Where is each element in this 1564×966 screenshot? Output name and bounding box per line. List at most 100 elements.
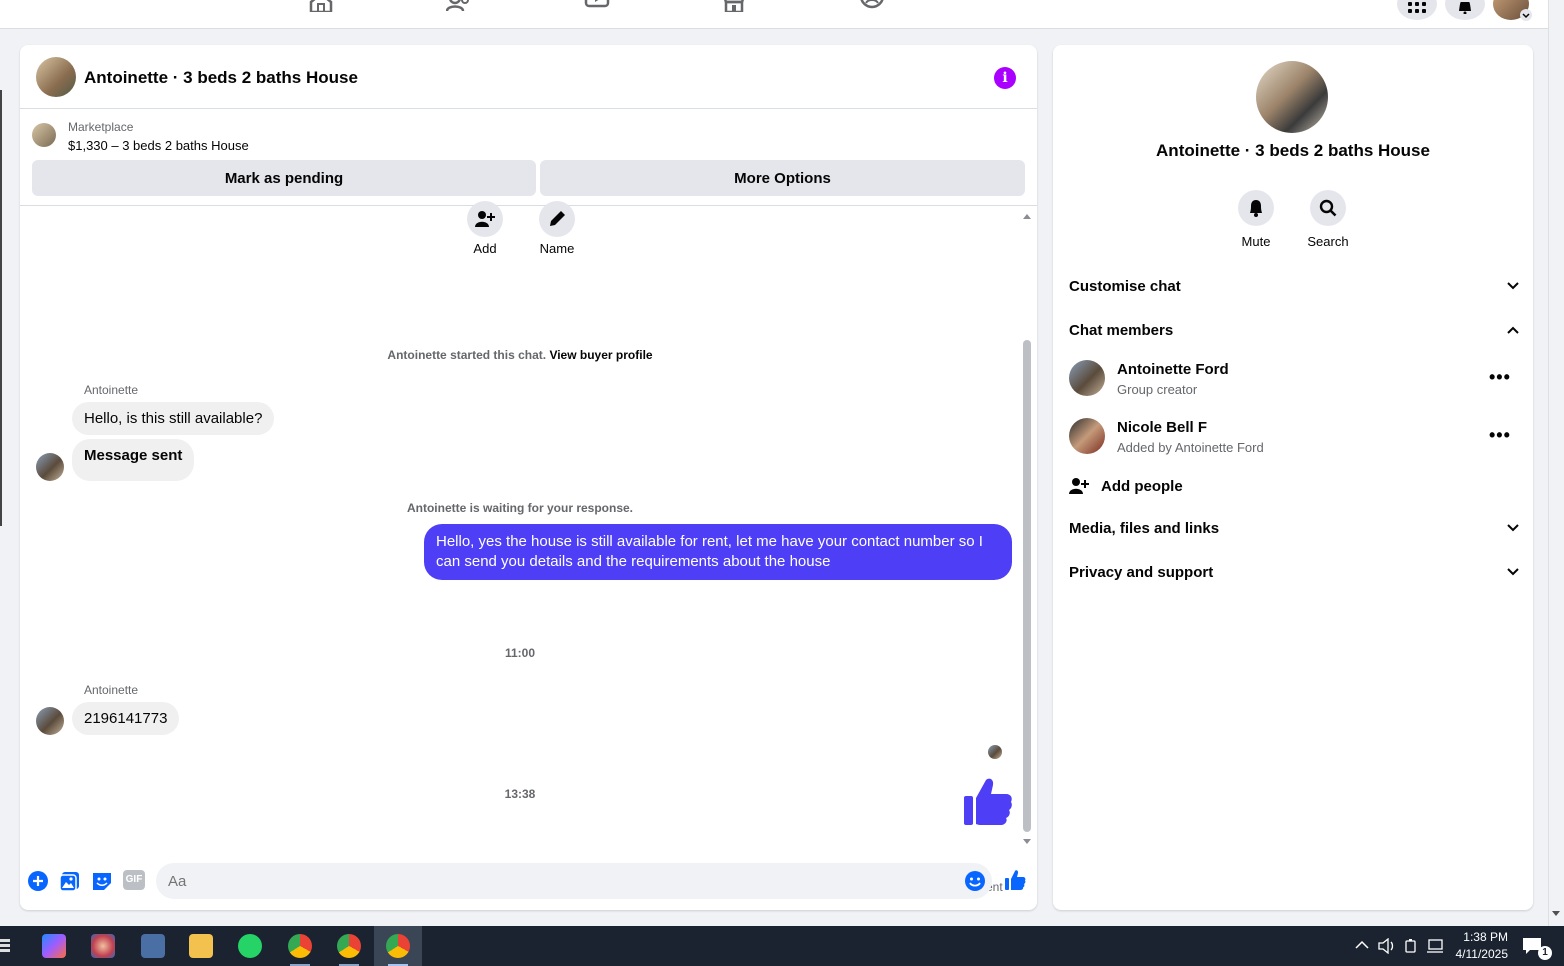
chrome-icon[interactable] [288,934,312,958]
message-input-wrapper [156,863,992,899]
listing-thumbnail[interactable] [32,123,56,147]
bell-icon [1250,200,1262,217]
chat-header: Antoinette · 3 beds 2 baths House i [20,45,1037,109]
name-label: Name [539,241,575,256]
member-options-button[interactable]: ••• [1489,425,1511,446]
plus-circle-icon[interactable] [27,870,49,892]
add-person-icon [475,211,495,227]
chat-info-avatar[interactable] [1256,61,1328,133]
chat-members-section[interactable]: Chat members [1069,318,1519,342]
chevron-down-icon [1507,282,1519,290]
customise-chat-section[interactable]: Customise chat [1069,274,1519,298]
chat-title[interactable]: Antoinette · 3 beds 2 baths House [84,68,358,88]
top-navigation [0,0,1548,29]
name-action[interactable]: Name [527,201,587,256]
chat-info-panel: Antoinette · 3 beds 2 baths House Mute S… [1053,45,1533,910]
timestamp: 11:00 [504,646,536,660]
tray-chevron-up-icon[interactable] [1355,940,1369,950]
timestamp: 13:38 [504,787,536,801]
page-scrollbar[interactable] [1548,0,1564,926]
listing-price[interactable]: $1,330 – 3 beds 2 baths House [68,138,249,153]
chat-info-title: Antoinette · 3 beds 2 baths House [1156,141,1430,160]
incoming-message[interactable]: Message sent [72,439,195,481]
battery-icon[interactable] [1403,938,1419,954]
incoming-message[interactable]: Hello, is this still available? [72,402,275,435]
thumbs-up-icon[interactable] [1004,869,1026,891]
search-icon [1319,199,1337,217]
sender-avatar[interactable] [36,453,64,481]
marketplace-listing-bar: Marketplace $1,330 – 3 beds 2 baths Hous… [20,110,1037,206]
friends-icon[interactable] [446,0,472,12]
marketplace-icon[interactable] [721,0,747,12]
member-role: Added by Antoinette Ford [1117,440,1264,455]
chevron-down-icon [1520,9,1532,21]
chrome-icon[interactable] [386,934,410,958]
notifications-button[interactable] [1445,0,1485,20]
search-button[interactable]: Search [1293,190,1363,249]
scroll-down-arrow-icon[interactable] [1551,910,1561,918]
incoming-message[interactable]: 2196141773 [72,702,180,735]
member-avatar[interactable] [1069,360,1105,396]
network-icon[interactable] [1426,938,1444,954]
emoji-icon[interactable] [964,870,986,892]
photo-icon[interactable] [59,870,81,892]
home-icon[interactable] [308,0,334,12]
more-dots-icon: ••• [1489,367,1511,387]
chrome-icon[interactable] [337,934,361,958]
more-options-button[interactable]: More Options [540,160,1025,196]
scroll-down-arrow-icon[interactable] [1022,838,1032,846]
customise-chat-label: Customise chat [1069,277,1181,295]
read-receipt-avatar [988,745,1002,759]
scroll-up-arrow-icon[interactable] [1022,212,1032,220]
waiting-notice: Antoinette is waiting for your response. [406,501,634,515]
like-icon[interactable] [962,777,1014,827]
chat-scrollbar-thumb[interactable] [1023,340,1031,832]
add-person-icon [1069,478,1089,494]
member-role: Group creator [1117,382,1198,397]
sender-name: Antoinette [84,383,139,397]
video-icon[interactable] [584,0,610,12]
message-composer: GIF [20,860,1037,904]
message-input[interactable] [156,863,936,899]
notification-count-badge: 1 [1538,946,1552,960]
groups-icon[interactable] [859,0,885,12]
chat-avatar[interactable] [36,57,76,97]
media-files-links-section[interactable]: Media, files and links [1069,516,1519,540]
chat-panel: Antoinette · 3 beds 2 baths House i Mark… [20,45,1037,910]
add-action[interactable]: Add [455,201,515,256]
member-name[interactable]: Nicole Bell F [1117,419,1207,436]
volume-icon[interactable] [1378,938,1396,954]
member-options-button[interactable]: ••• [1489,367,1511,388]
copilot-icon[interactable] [42,934,66,958]
sender-avatar[interactable] [36,707,64,735]
mute-label: Mute [1241,234,1271,249]
clock-date[interactable]: 4/11/2025 [1452,947,1509,961]
outgoing-message[interactable]: Hello, yes the house is still available … [424,524,1012,580]
whatsapp-icon[interactable] [238,934,262,958]
info-button[interactable]: i [994,67,1016,89]
menu-grid-button[interactable] [1397,0,1437,20]
add-people-label: Add people [1101,477,1183,495]
marketplace-label: Marketplace [68,120,134,134]
clock-time[interactable]: 1:38 PM [1452,930,1508,944]
search-label: Search [1307,234,1349,249]
calculator-icon[interactable] [141,934,165,958]
bell-icon [1459,2,1471,14]
task-view-icon[interactable] [0,938,12,954]
member-avatar[interactable] [1069,418,1105,454]
windows-taskbar: 1:38 PM 4/11/2025 1 [0,926,1564,966]
mute-button[interactable]: Mute [1221,190,1291,249]
chevron-up-icon [1507,326,1519,334]
mark-as-pending-button[interactable]: Mark as pending [32,160,536,196]
member-name[interactable]: Antoinette Ford [1117,361,1229,378]
gif-button[interactable]: GIF [123,870,145,890]
view-buyer-profile-link[interactable]: View buyer profile [549,348,652,362]
file-explorer-icon[interactable] [189,934,213,958]
paint-icon[interactable] [91,934,115,958]
privacy-support-section[interactable]: Privacy and support [1069,560,1519,584]
chat-started-notice: Antoinette started this chat. View buyer… [387,348,653,362]
sticker-icon[interactable] [91,870,113,892]
add-people-button[interactable]: Add people [1069,474,1183,498]
grid-icon [1408,2,1426,13]
pencil-icon [550,211,565,226]
